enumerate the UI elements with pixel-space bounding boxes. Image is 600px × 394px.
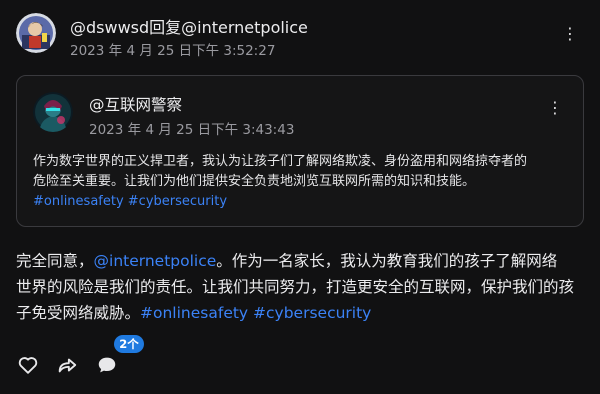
mention-link[interactable]: @internetpolice bbox=[94, 252, 217, 270]
post-timestamp: 2023 年 4 月 25 日下午 3:52:27 bbox=[70, 43, 276, 59]
comment-count-badge: 2个 bbox=[114, 335, 144, 353]
comment-button[interactable] bbox=[96, 354, 118, 376]
quoted-post-text: 作为数字世界的正义捍卫者，我认为让孩子们了解网络欺凌、身份盗用和网络掠夺者的 危… bbox=[33, 152, 573, 212]
body-text: 完全同意， bbox=[16, 252, 94, 270]
body-text: 子免受网络威胁。 bbox=[16, 304, 141, 322]
share-button[interactable] bbox=[56, 354, 78, 376]
comment-bubble-icon bbox=[98, 357, 116, 373]
more-options-icon[interactable]: ⋮ bbox=[562, 26, 578, 42]
post-body-line: 子免受网络威胁。#onlinesafety #cybersecurity bbox=[16, 300, 586, 326]
quoted-author-avatar[interactable] bbox=[33, 92, 73, 132]
quoted-author-name[interactable]: @互联网警察 bbox=[89, 93, 182, 115]
quoted-text-line: 作为数字世界的正义捍卫者，我认为让孩子们了解网络欺凌、身份盗用和网络掠夺者的 bbox=[33, 154, 528, 169]
heart-icon bbox=[18, 357, 38, 374]
post-hashtags[interactable]: #onlinesafety #cybersecurity bbox=[140, 304, 371, 322]
share-arrow-icon bbox=[58, 358, 77, 373]
author-avatar[interactable] bbox=[16, 13, 56, 53]
like-button[interactable] bbox=[17, 354, 39, 376]
post-body-line: 世界的风险是我们的责任。让我们共同努力，打造更安全的互联网，保护我们的孩 bbox=[16, 278, 575, 296]
quoted-text-line: 危险至关重要。让我们为他们提供安全负责地浏览互联网所需的知识和技能。 bbox=[33, 174, 476, 189]
quoted-timestamp: 2023 年 4 月 25 日下午 3:43:43 bbox=[89, 122, 295, 138]
body-text: 。作为一名家长，我认为教育我们的孩子了解网络 bbox=[216, 252, 558, 270]
quoted-hashtags[interactable]: #onlinesafety #cybersecurity bbox=[33, 192, 573, 212]
author-name[interactable]: @dswwsd回复@internetpolice bbox=[70, 14, 308, 38]
post-body: 完全同意，@internetpolice。作为一名家长，我认为教育我们的孩子了解… bbox=[16, 248, 586, 326]
post: @dswwsd回复@internetpolice 2023 年 4 月 25 日… bbox=[0, 0, 600, 394]
quoted-post-card[interactable]: @互联网警察 2023 年 4 月 25 日下午 3:43:43 ⋮ 作为数字世… bbox=[16, 75, 584, 227]
post-body-line: 完全同意，@internetpolice。作为一名家长，我认为教育我们的孩子了解… bbox=[16, 248, 586, 274]
quoted-more-options-icon[interactable]: ⋮ bbox=[547, 100, 563, 116]
